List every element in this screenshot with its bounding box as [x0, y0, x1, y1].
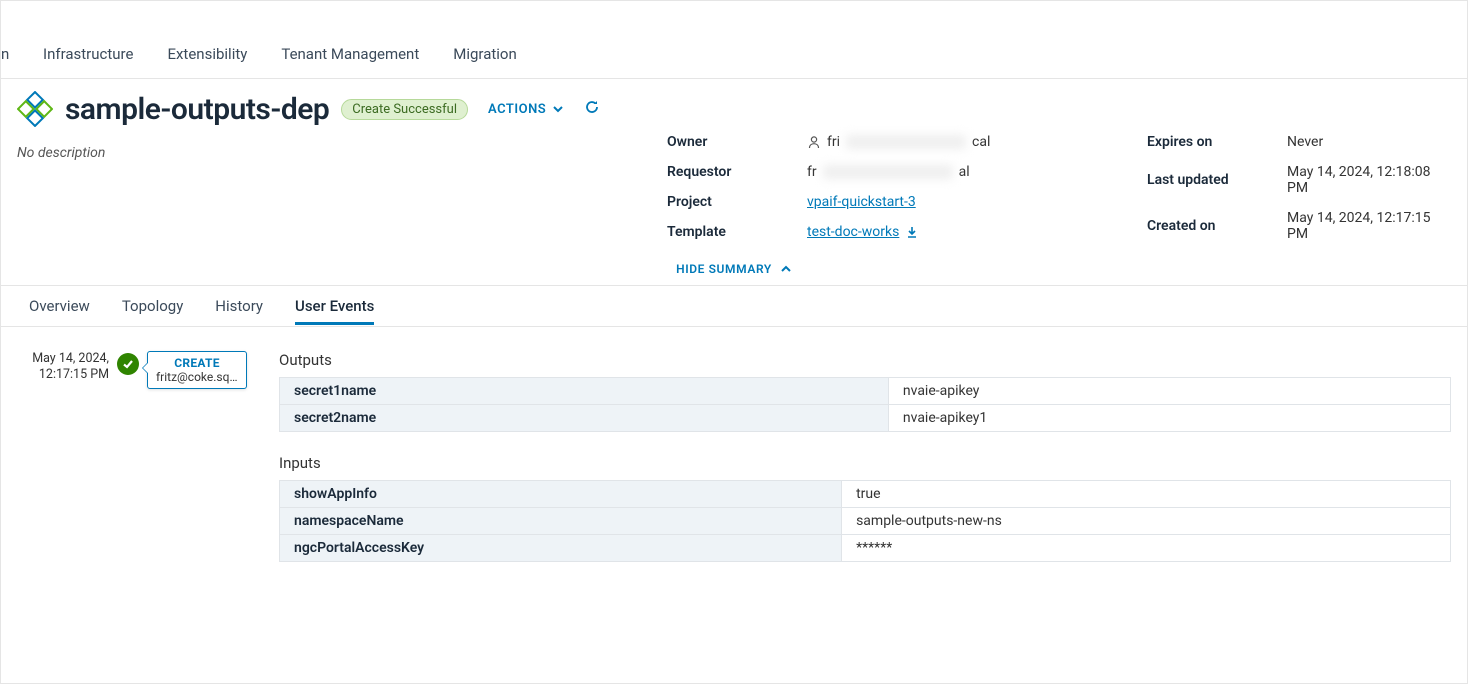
input-key: ngcPortalAccessKey	[280, 535, 842, 562]
input-key: namespaceName	[280, 508, 842, 535]
created-value: May 14, 2024, 12:17:15 PM	[1287, 210, 1451, 242]
template-label: Template	[667, 224, 807, 240]
table-row: ngcPortalAccessKey ******	[280, 535, 1451, 562]
header: sample-outputs-dep Create Successful ACT…	[1, 79, 1467, 127]
owner-value: fri cal	[807, 134, 990, 150]
event-action: CREATE	[156, 356, 238, 370]
summary: No description Owner fri cal Requestor f…	[1, 127, 1467, 249]
inputs-table: showAppInfo true namespaceName sample-ou…	[279, 480, 1451, 562]
hide-summary-label: HIDE SUMMARY	[676, 262, 772, 276]
output-key: secret1name	[280, 378, 889, 405]
nav-item-extensibility[interactable]: Extensibility	[167, 45, 247, 63]
inputs-title: Inputs	[279, 454, 1451, 472]
expires-value: Never	[1287, 134, 1323, 150]
requestor-label: Requestor	[667, 164, 807, 180]
chevron-down-icon	[552, 103, 564, 115]
actions-label: ACTIONS	[488, 102, 546, 117]
tabs: Overview Topology History User Events	[1, 285, 1467, 327]
tab-topology[interactable]: Topology	[122, 287, 183, 325]
expires-label: Expires on	[1147, 134, 1287, 150]
template-link[interactable]: test-doc-works	[807, 224, 899, 240]
created-label: Created on	[1147, 218, 1287, 234]
actions-button[interactable]: ACTIONS	[488, 102, 564, 117]
updated-value: May 14, 2024, 12:18:08 PM	[1287, 164, 1451, 196]
requestor-redacted	[823, 165, 953, 179]
download-icon[interactable]	[905, 225, 919, 239]
user-icon	[807, 135, 821, 149]
page-title: sample-outputs-dep	[65, 92, 329, 127]
success-icon	[117, 353, 139, 375]
content: May 14, 2024, 12:17:15 PM CREATE fritz@c…	[1, 327, 1467, 584]
nav-item-migration[interactable]: Migration	[453, 45, 517, 63]
table-row: secret2name nvaie-apikey1	[280, 405, 1451, 432]
status-badge: Create Successful	[341, 99, 468, 120]
nav-item-infrastructure[interactable]: Infrastructure	[43, 45, 133, 63]
input-key: showAppInfo	[280, 481, 842, 508]
nav-item-tenant-management[interactable]: Tenant Management	[281, 45, 419, 63]
event-timestamp: May 14, 2024, 12:17:15 PM	[29, 351, 109, 384]
event-timeline: May 14, 2024, 12:17:15 PM CREATE fritz@c…	[29, 351, 259, 584]
tab-history[interactable]: History	[215, 287, 263, 325]
top-nav: n Infrastructure Extensibility Tenant Ma…	[1, 29, 1467, 79]
owner-redacted	[846, 135, 966, 149]
table-row: secret1name nvaie-apikey	[280, 378, 1451, 405]
input-value: ******	[842, 535, 1451, 562]
outputs-title: Outputs	[279, 351, 1451, 369]
tab-overview[interactable]: Overview	[29, 287, 90, 325]
requestor-value: fr al	[807, 164, 970, 180]
output-value: nvaie-apikey1	[888, 405, 1450, 432]
nav-cut-item[interactable]: n	[1, 45, 9, 63]
refresh-icon[interactable]	[584, 99, 600, 119]
description: No description	[17, 127, 667, 161]
owner-label: Owner	[667, 134, 807, 150]
hide-summary-button[interactable]: HIDE SUMMARY	[676, 262, 792, 276]
output-value: nvaie-apikey	[888, 378, 1450, 405]
updated-label: Last updated	[1147, 172, 1287, 188]
project-label: Project	[667, 194, 807, 210]
output-key: secret2name	[280, 405, 889, 432]
input-value: true	[842, 481, 1451, 508]
chevron-up-icon	[780, 263, 792, 275]
project-link[interactable]: vpaif-quickstart-3	[807, 194, 916, 210]
outputs-table: secret1name nvaie-apikey secret2name nva…	[279, 377, 1451, 432]
table-row: namespaceName sample-outputs-new-ns	[280, 508, 1451, 535]
table-row: showAppInfo true	[280, 481, 1451, 508]
deployment-icon	[17, 91, 53, 127]
event-user: fritz@coke.sqa-…	[156, 370, 238, 384]
event-card[interactable]: CREATE fritz@coke.sqa-…	[147, 351, 247, 389]
tab-user-events[interactable]: User Events	[295, 287, 374, 325]
input-value: sample-outputs-new-ns	[842, 508, 1451, 535]
